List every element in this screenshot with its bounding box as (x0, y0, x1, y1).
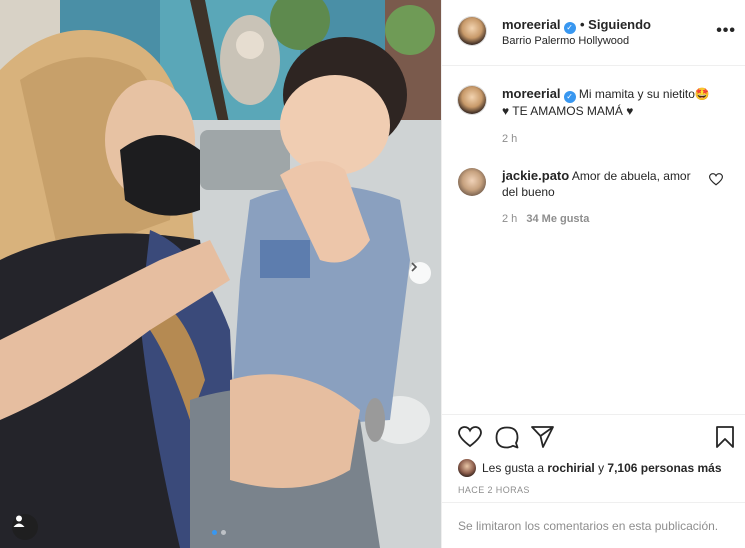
header-title: moreerial ✓ • Siguiendo (502, 16, 651, 34)
commenter-username[interactable]: jackie.pato (502, 168, 569, 183)
comment-text: Amor de abuela, amor (571, 169, 691, 183)
likes-prefix: Les gusta a (482, 461, 548, 475)
user-icon (13, 515, 25, 527)
verified-badge-icon: ✓ (563, 22, 576, 34)
share-paper-plane-icon[interactable] (531, 426, 554, 448)
caption-line-2: ♥ TE AMAMOS MAMÁ ♥ (502, 104, 634, 118)
caption-avatar[interactable] (458, 86, 486, 114)
more-options-icon[interactable]: ••• (716, 22, 736, 40)
comment-likes-count[interactable]: 34 Me gusta (526, 213, 589, 225)
post-timestamp[interactable]: HACE 2 HORAS (458, 485, 530, 495)
carousel-indicator (212, 530, 226, 535)
carousel-dot-active (212, 530, 217, 535)
comment-bubble-icon[interactable] (495, 426, 519, 449)
chevron-right-icon (411, 262, 418, 272)
post-header: moreerial ✓ • Siguiendo Barrio Palermo Ho… (442, 0, 745, 66)
comment-line-1: jackie.pato Amor de abuela, amor (502, 168, 691, 184)
likes-summary: Les gusta a rochirial y 7,106 personas m… (458, 459, 722, 477)
post-sidebar: moreerial ✓ • Siguiendo Barrio Palermo Ho… (441, 0, 745, 548)
post-actions: Les gusta a rochirial y 7,106 personas m… (442, 414, 745, 502)
save-bookmark-icon[interactable] (716, 426, 734, 448)
follow-status-button[interactable]: • Siguiendo (580, 17, 651, 32)
comment-age: 2 h (502, 213, 518, 225)
post-photo[interactable] (0, 0, 441, 548)
author-avatar[interactable] (458, 17, 486, 45)
likes-count[interactable]: 7,106 personas más (607, 461, 721, 475)
like-heart-icon[interactable] (458, 426, 482, 448)
comments-disabled-notice: Se limitaron los comentarios en esta pub… (442, 502, 745, 548)
verified-badge-icon: ✓ (563, 91, 576, 103)
tagged-users-button[interactable] (12, 514, 38, 540)
liker-username[interactable]: rochirial (547, 461, 594, 475)
likes-connector: y (594, 461, 608, 475)
carousel-dot (221, 530, 226, 535)
comment-like-heart-icon[interactable] (709, 173, 723, 186)
caption-text: Mi mamita y su nietito🤩 (578, 87, 710, 101)
caption-line-1: moreerial ✓ Mi mamita y su nietito🤩 (502, 86, 710, 103)
carousel-next-button[interactable] (409, 262, 431, 284)
caption-username[interactable]: moreerial (502, 86, 561, 101)
photo-illustration (0, 0, 441, 548)
post-location[interactable]: Barrio Palermo Hollywood (502, 35, 629, 47)
comment-meta: 2 h 34 Me gusta (502, 213, 589, 225)
commenter-avatar[interactable] (458, 168, 486, 196)
author-username[interactable]: moreerial (502, 17, 561, 32)
comment-line-2: del bueno (502, 185, 555, 199)
caption-age: 2 h (502, 133, 518, 145)
liker-avatar[interactable] (458, 459, 476, 477)
